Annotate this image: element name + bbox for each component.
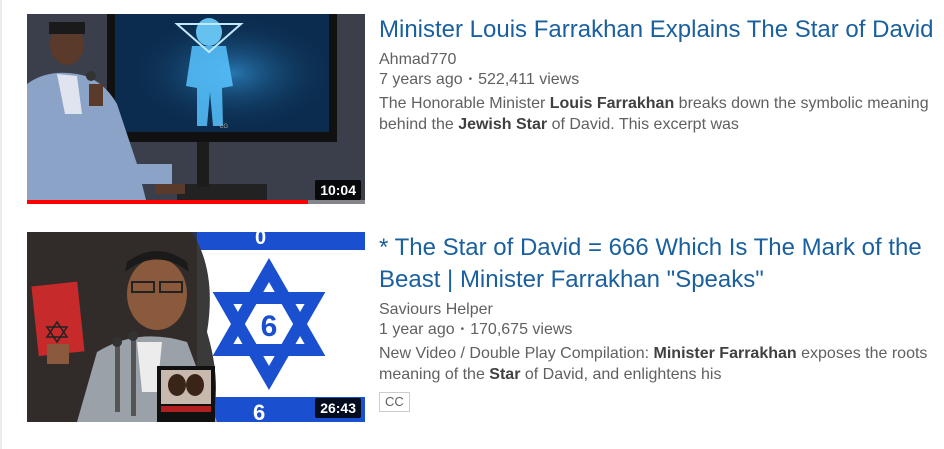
video-duration: 10:04 [315,180,361,200]
highlighted-term: Louis Farrakhan [549,95,675,112]
video-metadata: 1 year ago • 170,675 views [379,320,939,340]
upload-age: 1 year ago [379,321,455,338]
description-text: of David. This excerpt was [547,116,739,133]
highlighted-term: Jewish Star [458,116,548,133]
view-count: 170,675 views [470,321,573,338]
video-description-snippet: New Video / Double Play Compilation: Min… [379,343,939,385]
separator-dot-icon: • [460,324,465,335]
channel-name-link[interactable]: Ahmad770 [379,50,456,70]
video-metadata: 7 years ago • 522,411 views [379,70,939,90]
thumbnail-image: LG [27,14,365,204]
description-text: of David, and enlightens his [520,366,722,383]
channel-name-link[interactable]: Saviours Helper [379,300,493,320]
video-thumbnail[interactable]: 0 6 6 26:43 [27,232,365,422]
separator-dot-icon: • [468,74,473,85]
video-duration: 26:43 [315,398,361,418]
closed-captions-badge: CC [379,392,410,412]
search-results-page: LG 10:04 Minister Louis Farrakhan Explai [0,0,944,449]
svg-text:0: 0 [255,232,266,249]
svg-text:6: 6 [253,400,265,422]
highlighted-term: Minister Farrakhan [653,345,797,362]
video-info: * The Star of David = 666 Which Is The M… [379,232,939,412]
video-thumbnail[interactable]: LG 10:04 [27,14,365,204]
svg-text:LG: LG [220,124,228,130]
watch-progress-fill [27,200,308,204]
highlighted-term: Star [489,366,521,383]
video-description-snippet: The Honorable Minister Louis Farrakhan b… [379,93,939,135]
description-text: The Honorable Minister [379,95,550,112]
description-text: New Video / Double Play Compilation: [379,345,654,362]
thumbnail-image: 0 6 6 [27,232,365,422]
view-count: 522,411 views [478,71,580,88]
star-digit-label: 6 [261,310,278,343]
watch-progress-bar [27,200,365,204]
upload-age: 7 years ago [379,71,463,88]
video-info: Minister Louis Farrakhan Explains The St… [379,14,939,135]
video-title-link[interactable]: * The Star of David = 666 Which Is The M… [379,232,939,296]
video-title-link[interactable]: Minister Louis Farrakhan Explains The St… [379,14,939,46]
